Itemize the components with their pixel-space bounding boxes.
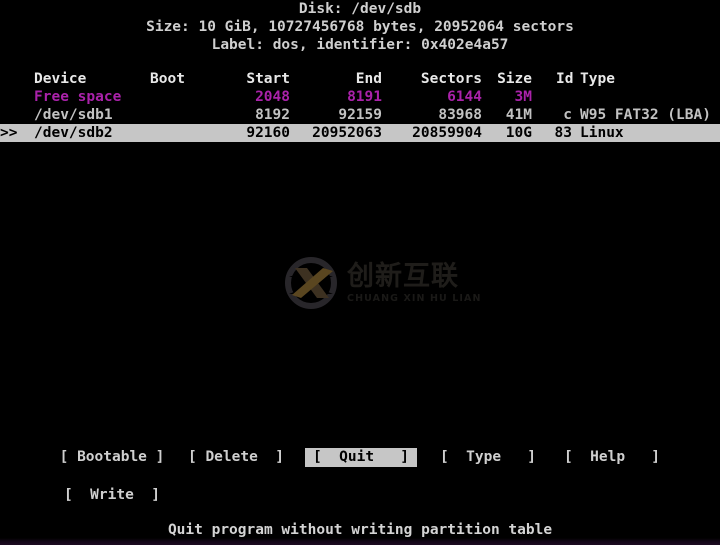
watermark-logo: 创新互联 CHUANG XIN HU LIAN	[283, 252, 499, 314]
bottom-edge-strip	[0, 538, 720, 545]
column-header-device: Device	[34, 71, 87, 87]
menu-bar: [ Bootable ] [ Delete ] [ Quit ] [ Type …	[0, 448, 720, 503]
menu-row-primary: [ Bootable ] [ Delete ] [ Quit ] [ Type …	[0, 448, 720, 467]
row-selection-marker: >>	[0, 125, 18, 141]
type-button[interactable]: [ Type ]	[428, 448, 548, 467]
bootable-button[interactable]: [ Bootable ]	[52, 448, 172, 467]
row-device: /dev/sdb2	[34, 125, 113, 141]
column-header-end: End	[355, 71, 382, 87]
row-size: 3M	[514, 89, 532, 105]
row-end: 20952063	[312, 125, 382, 141]
row-type: Linux	[580, 125, 624, 141]
help-button[interactable]: [ Help ]	[552, 448, 672, 467]
watermark-cn: 创新互联	[347, 260, 459, 292]
cfdisk-terminal-screen: 创新互联 CHUANG XIN HU LIAN Disk: /dev/sdb S…	[0, 0, 720, 545]
row-end: 8191	[347, 89, 382, 105]
row-start: 8192	[255, 107, 290, 123]
disk-label-line: Label: dos, identifier: 0x402e4a57	[211, 37, 509, 53]
column-header-type: Type	[580, 71, 615, 87]
partition-table: Device Boot Start End Sectors Size Id Ty…	[0, 70, 720, 142]
watermark-text: 创新互联 CHUANG XIN HU LIAN	[347, 260, 482, 305]
row-sectors: 83968	[438, 107, 482, 123]
row-device: /dev/sdb1	[34, 107, 113, 123]
column-header-boot: Boot	[150, 71, 185, 87]
table-row[interactable]: Free space 2048 8191 6144 3M	[0, 88, 720, 106]
row-type: W95 FAT32 (LBA)	[580, 107, 711, 123]
menu-row-secondary: [ Write ]	[0, 467, 720, 503]
table-row-selected[interactable]: >> /dev/sdb2 92160 20952063 20859904 10G…	[0, 124, 720, 142]
row-sectors: 6144	[447, 89, 482, 105]
table-row[interactable]: /dev/sdb1 8192 92159 83968 41M c W95 FAT…	[0, 106, 720, 124]
row-end: 92159	[338, 107, 382, 123]
row-size: 10G	[505, 125, 532, 141]
column-header-start: Start	[246, 71, 290, 87]
quit-button[interactable]: [ Quit ]	[305, 448, 417, 467]
delete-button[interactable]: [ Delete ]	[176, 448, 296, 467]
status-hint: Quit program without writing partition t…	[167, 522, 553, 538]
row-id: 83	[554, 125, 572, 141]
column-header-size: Size	[497, 71, 532, 87]
circle-x-logo-icon	[283, 255, 339, 311]
table-header-row: Device Boot Start End Sectors Size Id Ty…	[0, 70, 720, 88]
disk-path-line: Disk: /dev/sdb	[298, 1, 422, 17]
row-start: 2048	[255, 89, 290, 105]
watermark-pinyin: CHUANG XIN HU LIAN	[347, 292, 482, 304]
row-size: 41M	[505, 107, 532, 123]
write-button[interactable]: [ Write ]	[52, 486, 172, 505]
column-header-sectors: Sectors	[420, 71, 482, 87]
column-header-id: Id	[556, 71, 574, 87]
row-id: c	[563, 107, 572, 123]
disk-size-line: Size: 10 GiB, 10727456768 bytes, 2095206…	[146, 19, 574, 35]
row-sectors: 20859904	[412, 125, 482, 141]
row-device: Free space	[34, 89, 122, 105]
row-start: 92160	[246, 125, 290, 141]
